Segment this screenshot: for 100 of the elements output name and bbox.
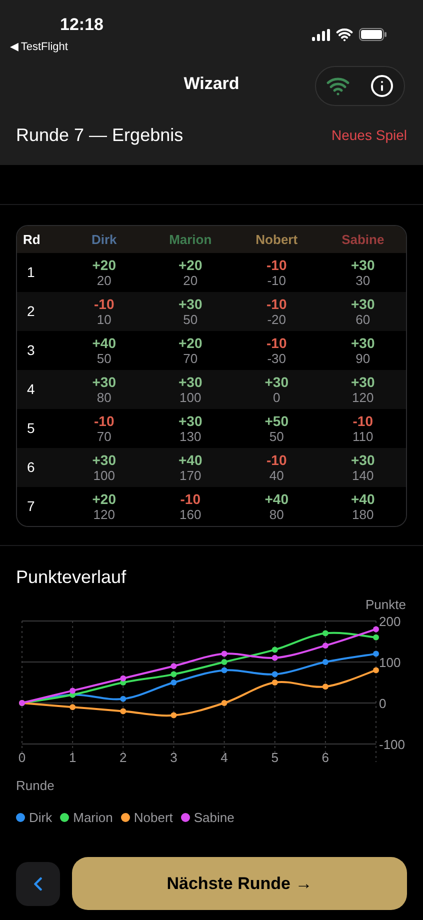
score-change: +30 <box>351 334 375 350</box>
x-tick-label: 2 <box>120 750 127 765</box>
data-point <box>322 630 328 636</box>
score-total: 120 <box>93 506 115 522</box>
round-number: 1 <box>26 263 36 282</box>
wifi-icon <box>336 26 353 43</box>
score-total: 20 <box>96 272 112 288</box>
x-tick-label: 6 <box>322 750 330 765</box>
data-point <box>322 659 328 665</box>
score-total: 10 <box>96 312 112 328</box>
score-change: +30 <box>92 374 116 390</box>
data-point <box>373 650 379 657</box>
score-total: 90 <box>356 350 370 366</box>
y-tick-label: -100 <box>379 737 406 752</box>
battery-icon <box>359 28 387 41</box>
score-total: 50 <box>269 428 284 444</box>
y-tick-label: 200 <box>379 614 401 629</box>
score-change: +20 <box>178 334 202 350</box>
score-total: -10 <box>267 272 286 288</box>
back-to-app-link[interactable]: ◀ TestFlight <box>10 38 104 55</box>
legend-label: Dirk <box>29 808 52 826</box>
score-total: 80 <box>269 506 284 522</box>
data-point <box>272 654 278 661</box>
data-point <box>170 671 177 678</box>
score-change: +20 <box>178 256 202 272</box>
page-title: Runde 7 — Ergebnis <box>16 124 184 147</box>
data-point <box>272 646 278 653</box>
score-total: 20 <box>183 272 198 288</box>
legend-label: Nobert <box>134 808 173 826</box>
score-change: +40 <box>264 490 288 506</box>
signal-icon <box>312 28 330 40</box>
round-number: 4 <box>26 380 36 399</box>
score-change: +30 <box>264 374 288 390</box>
y-tick-label: 0 <box>379 696 386 711</box>
score-change: +20 <box>92 490 116 506</box>
score-total: -20 <box>267 312 286 328</box>
score-change: +30 <box>178 374 202 390</box>
score-change: -10 <box>266 256 287 272</box>
score-total: 130 <box>180 428 202 444</box>
nav-title: Wizard <box>184 73 240 96</box>
data-point <box>221 659 228 665</box>
score-change: -10 <box>266 452 287 468</box>
score-total: 30 <box>356 272 370 288</box>
next-round-button[interactable]: Nächste Runde → <box>72 857 407 910</box>
x-tick-label: 1 <box>68 750 76 765</box>
info-icon[interactable] <box>370 74 394 98</box>
y-axis-title: Punkte <box>366 597 406 612</box>
score-total: 60 <box>356 312 370 328</box>
score-change: -10 <box>180 490 200 506</box>
round-number: 7 <box>26 497 36 516</box>
score-total: 100 <box>180 390 202 406</box>
column-header: Marion <box>168 230 213 249</box>
y-tick-label: 100 <box>379 655 401 670</box>
legend-label: Sabine <box>194 808 234 826</box>
column-header: Dirk <box>90 230 118 249</box>
data-point <box>120 696 126 702</box>
new-game-link[interactable]: Neues Spiel <box>332 125 407 146</box>
score-total: 40 <box>269 468 284 484</box>
data-point <box>221 700 228 706</box>
status-time: 12:18 <box>60 14 104 36</box>
score-change: -10 <box>352 412 373 428</box>
round-number: 3 <box>26 341 36 360</box>
x-tick-label: 4 <box>220 750 228 765</box>
legend-label: Marion <box>73 808 113 826</box>
score-total: 70 <box>96 428 112 444</box>
score-total: 180 <box>352 506 374 522</box>
column-header: Rd <box>22 230 42 249</box>
score-total: -30 <box>267 350 286 366</box>
chart-title: Punkteverlauf <box>16 566 128 589</box>
score-total: 0 <box>273 390 280 406</box>
data-point <box>170 663 177 670</box>
x-tick-label: 5 <box>271 750 278 765</box>
data-point <box>322 684 328 690</box>
score-change: +20 <box>92 256 116 272</box>
x-tick-label: 0 <box>18 750 26 765</box>
column-header: Nobert <box>254 230 299 249</box>
score-total: 110 <box>352 428 374 444</box>
x-tick-label: 3 <box>170 750 178 765</box>
score-total: 170 <box>180 468 202 484</box>
score-change: +30 <box>92 452 116 468</box>
score-total: 100 <box>93 468 115 484</box>
score-total: 80 <box>96 390 112 406</box>
data-point <box>272 680 278 686</box>
score-change: +40 <box>92 334 116 350</box>
column-header: Sabine <box>340 230 386 249</box>
data-point <box>373 634 379 640</box>
score-change: -10 <box>266 296 287 312</box>
score-total: 160 <box>180 506 202 522</box>
score-change: +30 <box>351 452 375 468</box>
data-point <box>170 680 177 686</box>
score-change: +40 <box>178 452 202 468</box>
score-change: -10 <box>266 334 287 350</box>
data-point <box>70 704 76 710</box>
score-total: 50 <box>96 350 112 366</box>
data-point <box>272 671 278 678</box>
score-change: +40 <box>351 490 375 506</box>
score-change: +30 <box>351 296 375 312</box>
score-total: 70 <box>183 350 198 366</box>
data-point <box>322 642 328 649</box>
score-total: 50 <box>183 312 198 328</box>
